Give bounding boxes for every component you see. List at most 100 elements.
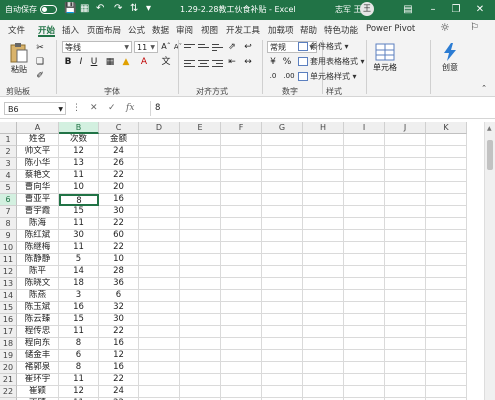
empty-cell[interactable] xyxy=(303,146,344,158)
row-header[interactable]: 13 xyxy=(0,278,17,290)
empty-cell[interactable] xyxy=(426,242,467,254)
empty-cell[interactable] xyxy=(385,146,426,158)
align-center-icon[interactable] xyxy=(198,58,209,68)
empty-cell[interactable] xyxy=(426,146,467,158)
row-header[interactable]: 9 xyxy=(0,230,17,242)
formula-input[interactable]: 8 xyxy=(150,101,495,116)
empty-cell[interactable] xyxy=(221,146,262,158)
table-cell[interactable]: 陈平 xyxy=(17,266,59,278)
empty-cell[interactable] xyxy=(221,350,262,362)
empty-cell[interactable] xyxy=(180,338,221,350)
column-header-c[interactable]: C xyxy=(99,122,139,134)
undo-icon[interactable]: ↶ xyxy=(96,3,104,14)
insert-function-icon[interactable]: fx xyxy=(126,103,134,113)
tab-special-features[interactable]: 特色功能 xyxy=(324,24,358,36)
row-header[interactable]: 14 xyxy=(0,290,17,302)
empty-cell[interactable] xyxy=(385,386,426,398)
table-cell[interactable]: 28 xyxy=(99,266,139,278)
quick-access-icon[interactable]: ▦ xyxy=(80,3,89,14)
row-header[interactable]: 7 xyxy=(0,206,17,218)
empty-cell[interactable] xyxy=(180,230,221,242)
column-header-g[interactable]: G xyxy=(262,122,303,134)
empty-cell[interactable] xyxy=(139,338,180,350)
empty-cell[interactable] xyxy=(139,266,180,278)
empty-cell[interactable] xyxy=(385,350,426,362)
empty-cell[interactable] xyxy=(180,266,221,278)
tab-page-layout[interactable]: 页面布局 xyxy=(87,24,121,36)
row-header[interactable]: 5 xyxy=(0,182,17,194)
empty-cell[interactable] xyxy=(262,386,303,398)
empty-cell[interactable] xyxy=(426,158,467,170)
empty-cell[interactable] xyxy=(221,338,262,350)
row-header[interactable]: 6 xyxy=(0,194,17,206)
table-cell[interactable]: 14 xyxy=(59,266,99,278)
empty-cell[interactable] xyxy=(180,278,221,290)
empty-cell[interactable] xyxy=(303,362,344,374)
table-cell[interactable]: 22 xyxy=(99,218,139,230)
redo-icon[interactable]: ↷ xyxy=(114,3,122,14)
empty-cell[interactable] xyxy=(344,158,385,170)
empty-cell[interactable] xyxy=(344,206,385,218)
empty-cell[interactable] xyxy=(139,302,180,314)
empty-cell[interactable] xyxy=(303,158,344,170)
table-cell[interactable]: 储金丰 xyxy=(17,350,59,362)
empty-cell[interactable] xyxy=(221,302,262,314)
empty-cell[interactable] xyxy=(426,362,467,374)
scroll-thumb[interactable] xyxy=(487,140,493,170)
table-cell[interactable]: 13 xyxy=(59,158,99,170)
close-icon[interactable]: ✕ xyxy=(472,2,488,18)
table-cell[interactable]: 24 xyxy=(99,386,139,398)
empty-cell[interactable] xyxy=(385,302,426,314)
empty-cell[interactable] xyxy=(180,242,221,254)
empty-cell[interactable] xyxy=(139,134,180,146)
active-cell[interactable]: 8 xyxy=(59,194,99,206)
align-right-icon[interactable] xyxy=(212,58,223,68)
empty-cell[interactable] xyxy=(426,134,467,146)
empty-cell[interactable] xyxy=(262,278,303,290)
cells-button[interactable]: 单元格 xyxy=(372,42,398,73)
underline-icon[interactable]: U xyxy=(88,56,100,68)
empty-cell[interactable] xyxy=(344,314,385,326)
empty-cell[interactable] xyxy=(303,242,344,254)
empty-cell[interactable] xyxy=(139,206,180,218)
table-cell[interactable]: 10 xyxy=(59,182,99,194)
empty-cell[interactable] xyxy=(426,350,467,362)
empty-cell[interactable] xyxy=(139,290,180,302)
empty-cell[interactable] xyxy=(385,374,426,386)
table-cell[interactable]: 16 xyxy=(99,338,139,350)
empty-cell[interactable] xyxy=(262,158,303,170)
empty-cell[interactable] xyxy=(426,170,467,182)
table-cell[interactable]: 30 xyxy=(99,206,139,218)
tab-help[interactable]: 帮助 xyxy=(300,24,317,36)
empty-cell[interactable] xyxy=(180,350,221,362)
empty-cell[interactable] xyxy=(344,134,385,146)
empty-cell[interactable] xyxy=(262,218,303,230)
table-cell[interactable]: 24 xyxy=(99,146,139,158)
table-cell[interactable]: 曹亚平 xyxy=(17,194,59,206)
table-cell[interactable]: 20 xyxy=(99,182,139,194)
empty-cell[interactable] xyxy=(426,194,467,206)
user-name[interactable]: 志军 王 xyxy=(335,4,362,15)
empty-cell[interactable] xyxy=(426,218,467,230)
tab-data[interactable]: 数据 xyxy=(152,24,169,36)
empty-cell[interactable] xyxy=(426,182,467,194)
empty-cell[interactable] xyxy=(303,182,344,194)
column-header-b[interactable]: B xyxy=(59,122,99,134)
table-cell[interactable]: 30 xyxy=(59,230,99,242)
empty-cell[interactable] xyxy=(426,326,467,338)
table-cell[interactable]: 15 xyxy=(59,206,99,218)
column-header-a[interactable]: A xyxy=(17,122,59,134)
empty-cell[interactable] xyxy=(426,206,467,218)
empty-cell[interactable] xyxy=(180,302,221,314)
table-cell[interactable]: 曹宇霞 xyxy=(17,206,59,218)
empty-cell[interactable] xyxy=(385,170,426,182)
empty-cell[interactable] xyxy=(139,350,180,362)
cell-style-label[interactable]: 单元格样式 xyxy=(310,72,350,81)
column-header-k[interactable]: K xyxy=(426,122,467,134)
empty-cell[interactable] xyxy=(262,170,303,182)
empty-cell[interactable] xyxy=(180,314,221,326)
empty-cell[interactable] xyxy=(262,314,303,326)
empty-cell[interactable] xyxy=(262,350,303,362)
empty-cell[interactable] xyxy=(385,362,426,374)
empty-cell[interactable] xyxy=(221,374,262,386)
